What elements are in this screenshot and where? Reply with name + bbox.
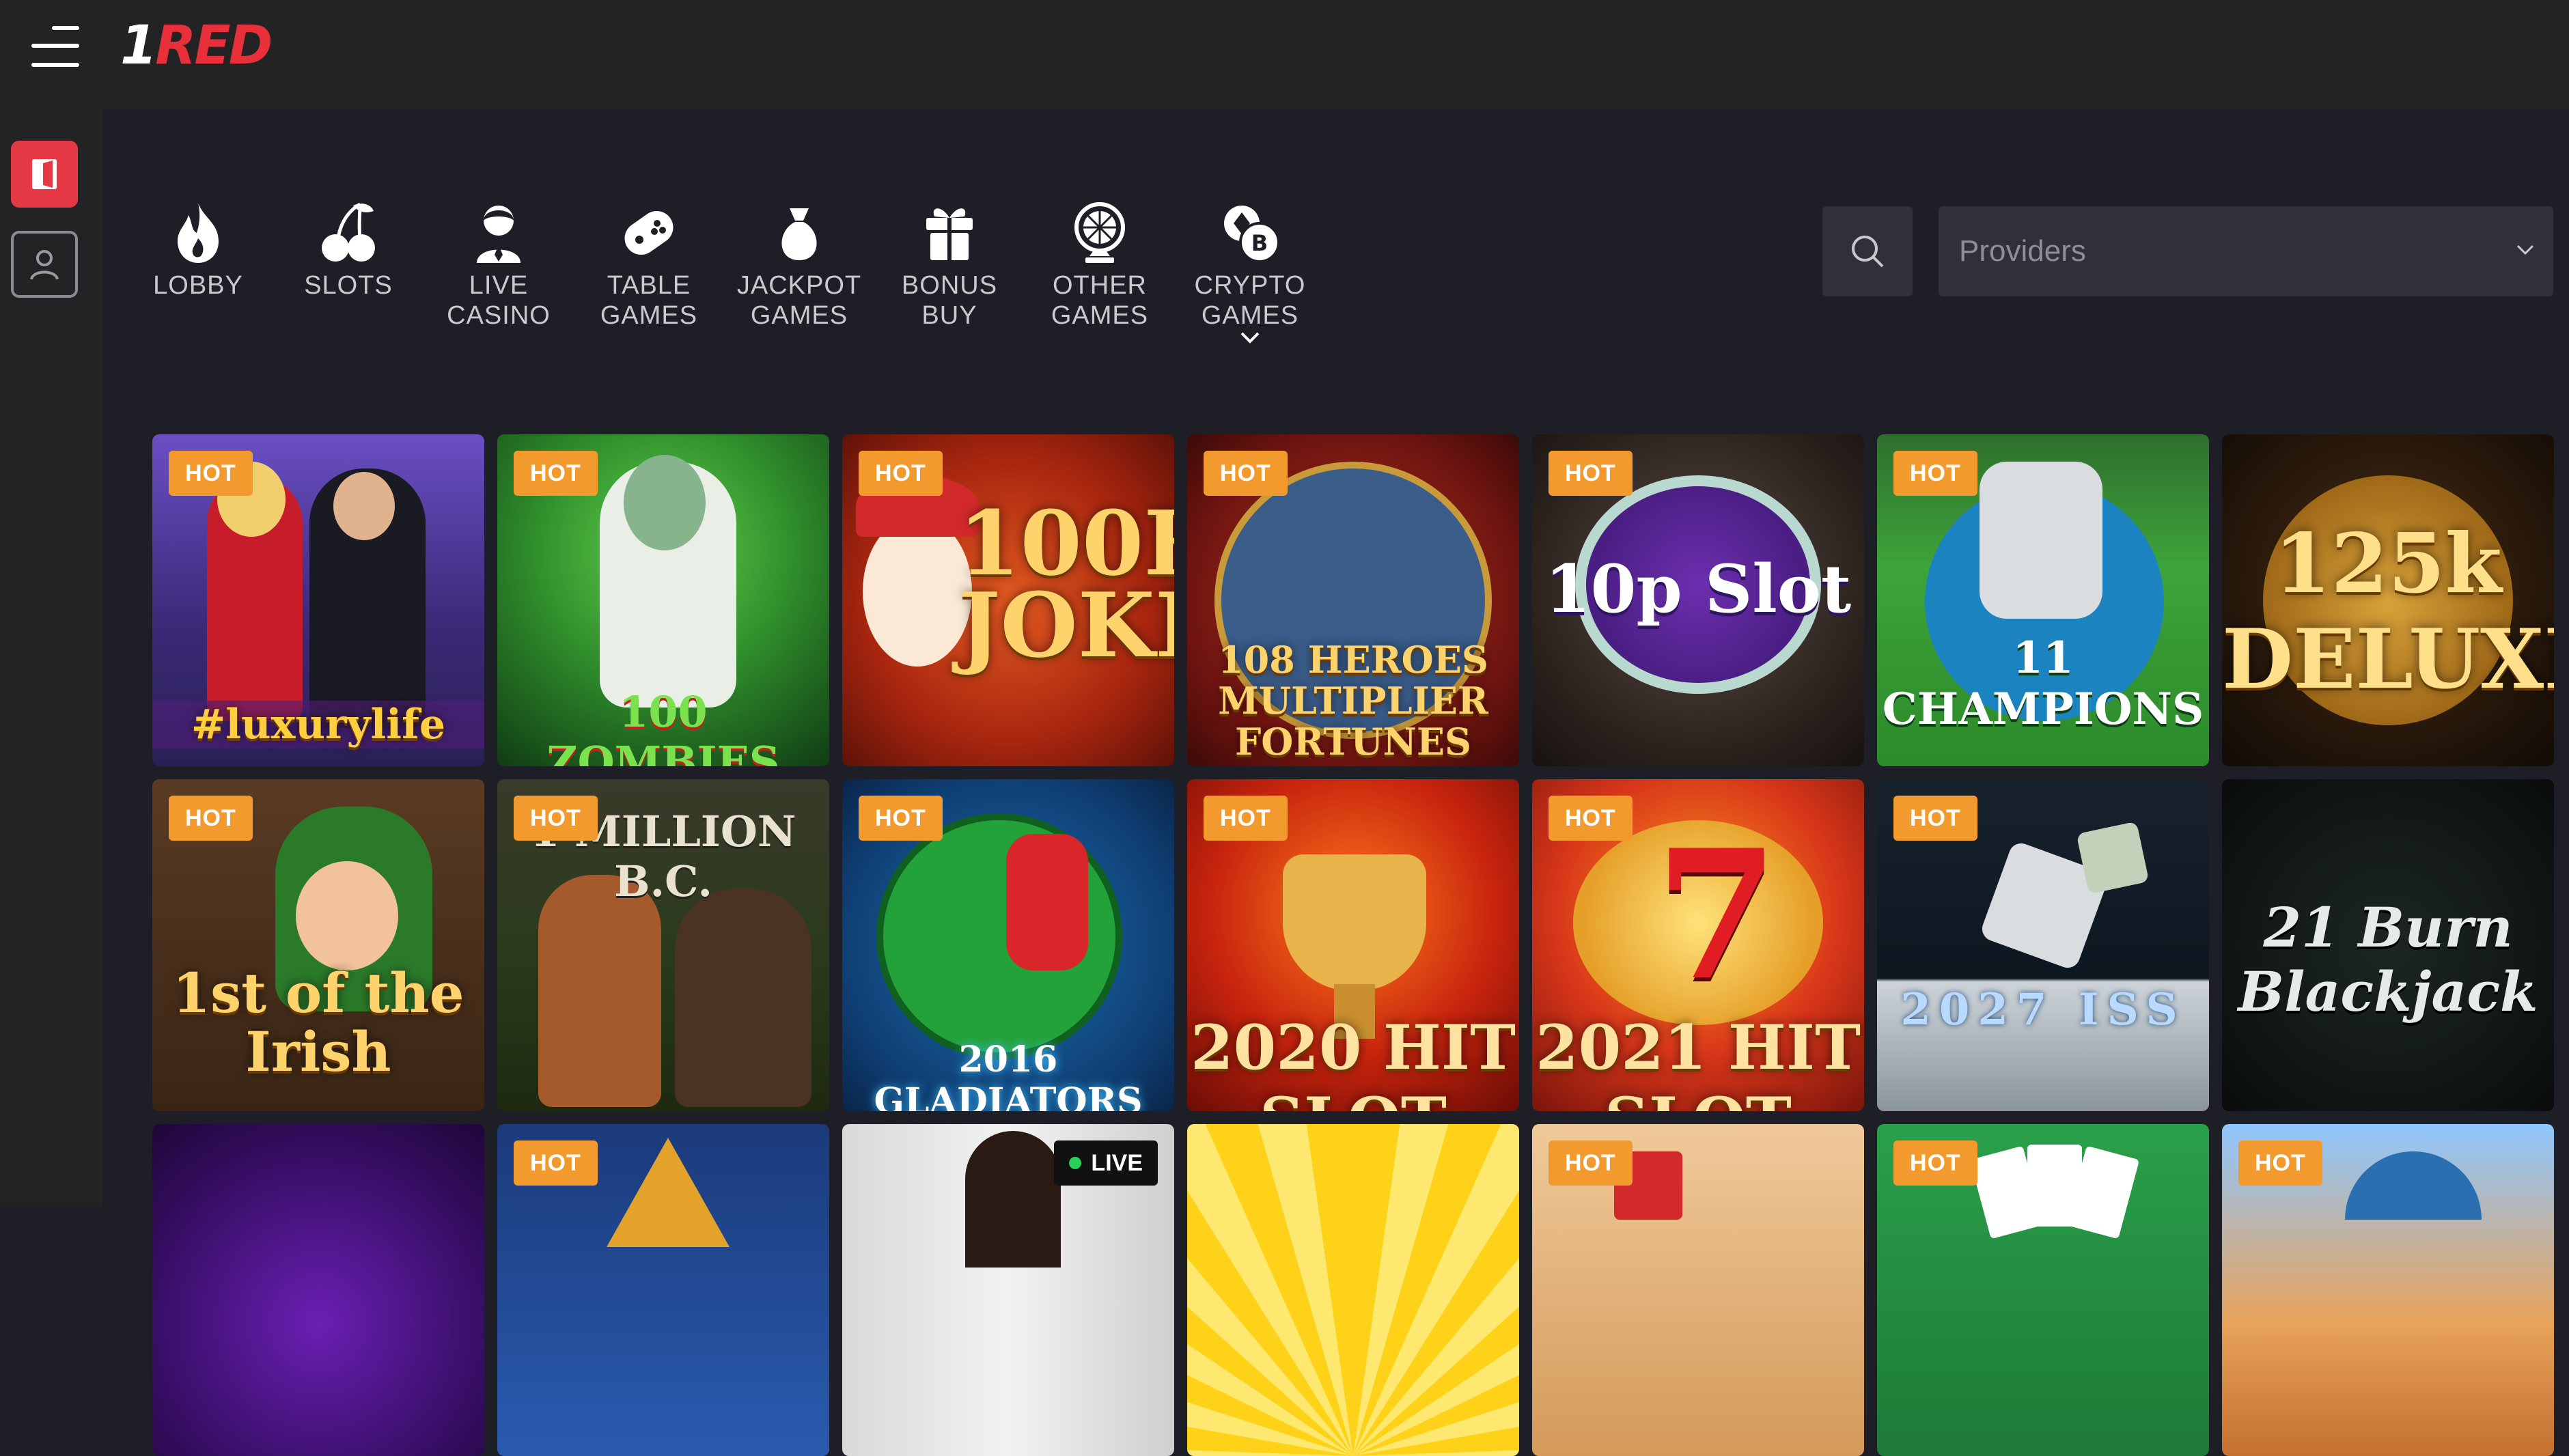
hot-badge: HOT [169,796,253,841]
game-tile[interactable]: 21 Burn Blackjack [2222,779,2554,1111]
hot-badge: HOT [1549,1140,1633,1186]
hot-badge: HOT [1893,1140,1977,1186]
tab-jackpot-games[interactable]: JACKPOT GAMES [731,195,867,331]
cherries-icon [322,202,375,262]
left-rail [0,109,102,1207]
hot-badge: HOT [859,451,943,496]
account-button[interactable] [11,231,78,298]
gamepad-icon [624,210,674,255]
hot-badge: HOT [514,1140,598,1186]
hot-badge: HOT [1549,796,1633,841]
hot-badge: HOT [1893,796,1977,841]
game-tile[interactable] [1187,1124,1519,1456]
search-button[interactable] [1822,206,1913,296]
gift-icon [926,208,973,260]
hot-badge: HOT [2238,1140,2322,1186]
hot-badge: HOT [1893,451,1977,496]
live-dot-icon [1069,1157,1082,1169]
top-bar: 1RED [0,0,2569,109]
tab-slots[interactable]: SLOTS [280,195,417,300]
door-icon [32,159,57,189]
game-tile[interactable]: 2020 HIT SLOT HOT [1187,779,1519,1111]
game-tile[interactable]: HOT [1532,1124,1864,1456]
hot-badge: HOT [859,796,943,841]
hot-badge: HOT [1204,796,1288,841]
hot-badge: HOT [1204,451,1288,496]
brand-logo[interactable]: 1RED [120,15,273,76]
flame-icon [178,203,219,263]
live-badge: LIVE [1054,1140,1158,1186]
tab-lobby[interactable]: LOBBY [130,195,266,300]
game-tile[interactable]: 1 MILLION B.C. HOT [497,779,829,1111]
hot-badge: HOT [1549,451,1633,496]
tab-live-casino[interactable]: LIVE CASINO [430,195,567,331]
dealer-icon [477,206,520,263]
casino-door-button[interactable] [11,141,78,208]
game-tile[interactable]: 2027 ISS HOT [1877,779,2209,1111]
game-tile[interactable]: 100 ZOMBIES HOT [497,434,829,766]
tab-crypto-games[interactable]: B CRYPTO GAMES [1182,195,1318,349]
game-tile[interactable]: LIVE [842,1124,1174,1456]
game-tile[interactable]: 2016 GLADIATORS HOT [842,779,1174,1111]
game-tile[interactable]: HOT [2222,1124,2554,1456]
chevron-down-icon [2516,244,2534,255]
hot-badge: HOT [169,451,253,496]
game-tile[interactable]: #luxurylife HOT [152,434,484,766]
wheel-icon [1074,202,1125,263]
hot-badge: HOT [514,796,598,841]
svg-text:B: B [1251,230,1268,256]
game-tile[interactable]: HOT [497,1124,829,1456]
game-tile[interactable]: 10p Slot HOT [1532,434,1864,766]
tab-table-games[interactable]: TABLE GAMES [581,195,717,331]
tab-other-games[interactable]: OTHER GAMES [1031,195,1168,331]
search-icon [1852,236,1884,268]
game-tile[interactable]: 108 HEROES MULTIPLIER FORTUNES HOT [1187,434,1519,766]
crypto-coins-icon: B [1224,206,1280,263]
game-tile[interactable] [152,1124,484,1456]
game-tile[interactable]: 7 2021 HIT SLOT HOT [1532,779,1864,1111]
game-tile[interactable]: 125k DELUXE [2222,434,2554,766]
menu-icon[interactable] [25,20,79,71]
chevron-down-icon[interactable] [1182,331,1318,349]
game-tile[interactable]: HOT [1877,1124,2209,1456]
game-tile[interactable]: 100K JOKER HOT [842,434,1174,766]
game-tile[interactable]: 11 CHAMPIONS HOT [1877,434,2209,766]
game-tile[interactable]: 1st of the Irish HOT [152,779,484,1111]
money-bag-icon [781,208,817,260]
hot-badge: HOT [514,451,598,496]
tab-bonus-buy[interactable]: BONUS BUY [881,195,1018,331]
providers-select[interactable]: Providers [1939,206,2553,296]
user-icon [30,250,59,280]
